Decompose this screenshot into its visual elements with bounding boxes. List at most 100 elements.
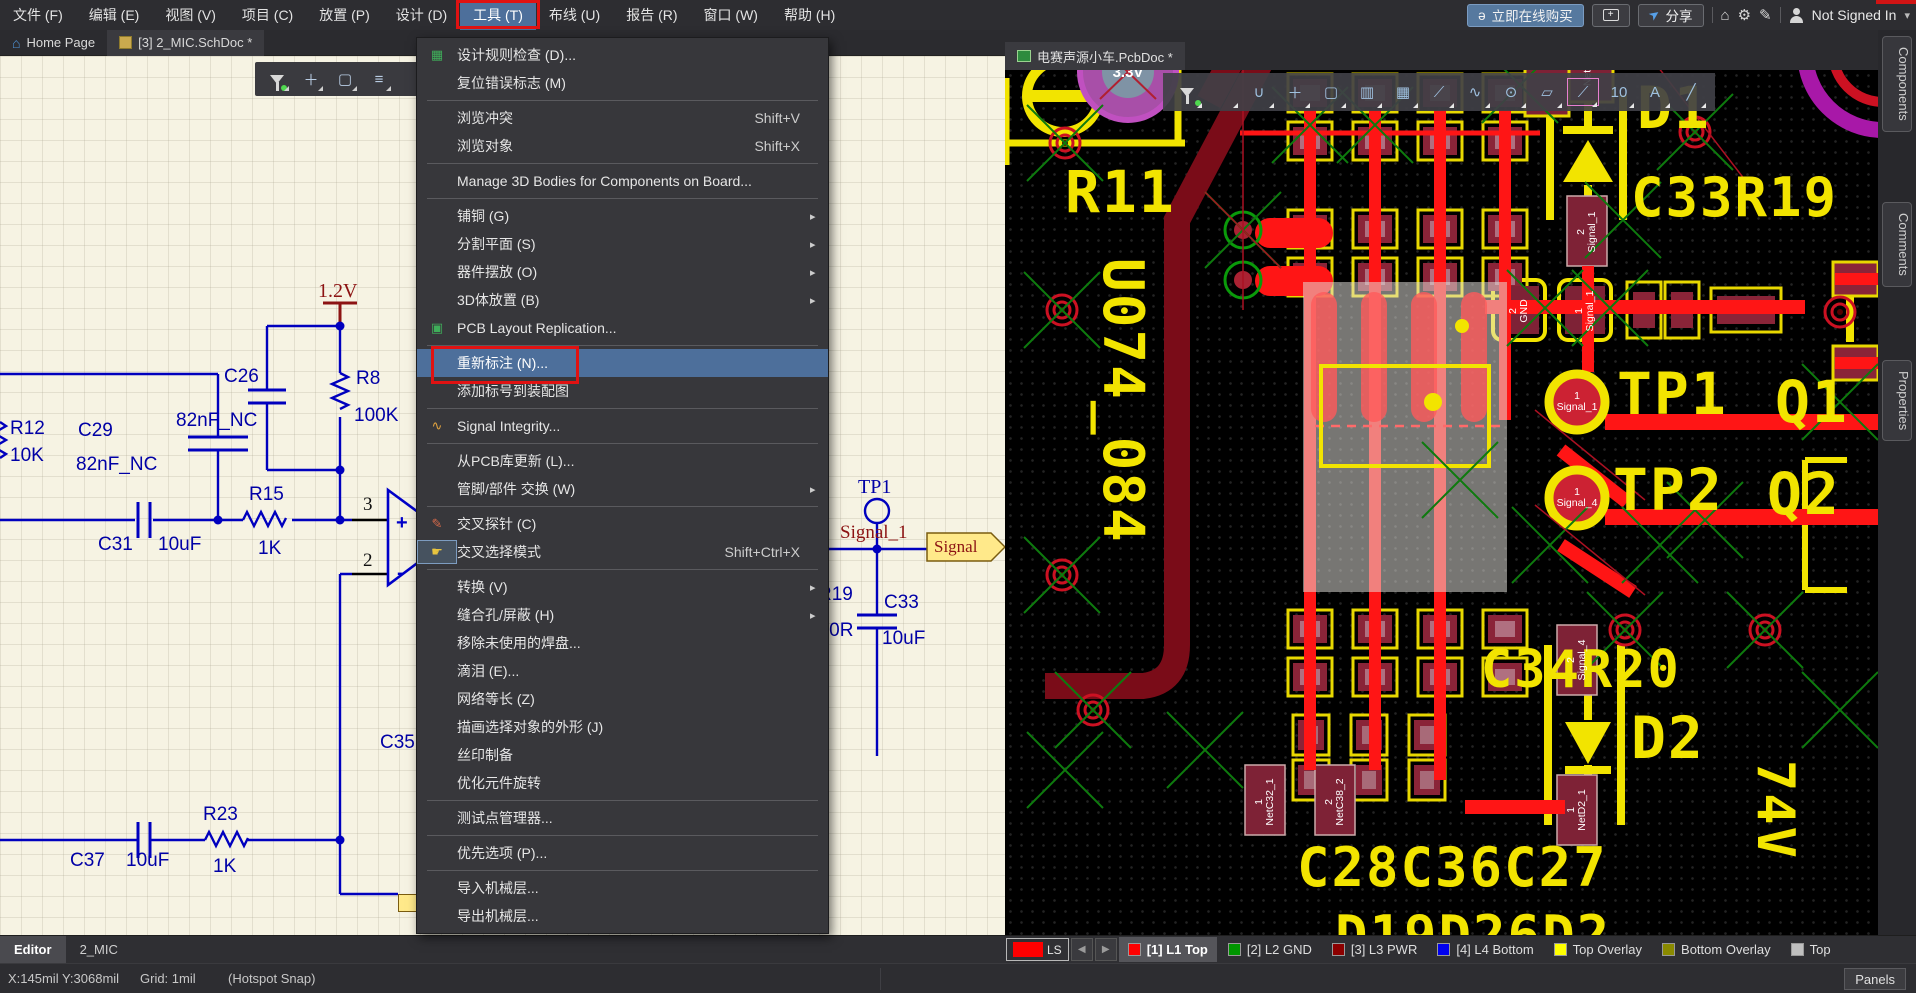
menu-item[interactable] bbox=[417, 195, 828, 202]
menu-item[interactable] bbox=[417, 503, 828, 510]
tools-teardrops[interactable]: 滴泪 (E)... bbox=[417, 657, 828, 685]
panel-tab-properties[interactable]: Properties bbox=[1882, 360, 1912, 441]
layer-top-paste[interactable]: Top bbox=[1782, 937, 1840, 962]
silk-bottom-row[interactable]: D19D26D2 bbox=[1335, 904, 1611, 935]
c29-ref[interactable]: C29 bbox=[78, 420, 113, 442]
menu-design[interactable]: 设计 (D) bbox=[383, 0, 460, 30]
board-insight-icon[interactable]: ▥ bbox=[1351, 78, 1383, 106]
tools-polygon-pours[interactable]: 铺铜 (G) ▸ bbox=[417, 202, 828, 230]
menu-help[interactable]: 帮助 (H) bbox=[771, 0, 848, 30]
r15-value[interactable]: 1K bbox=[258, 538, 281, 560]
menu-item[interactable] bbox=[417, 405, 828, 412]
track-icon[interactable]: ⟋ bbox=[1567, 78, 1599, 106]
sign-in-label[interactable]: Not Signed In bbox=[1812, 7, 1897, 23]
silk-r11[interactable]: R11 bbox=[1065, 158, 1176, 226]
tools-pcb-layout-replication[interactable]: PCB Layout Replication... bbox=[417, 314, 828, 342]
r8-value[interactable]: 100K bbox=[354, 405, 398, 427]
c31-ref[interactable]: C31 bbox=[98, 534, 133, 556]
tools-re-annotate[interactable]: 重新标注 (N)... bbox=[417, 349, 828, 377]
tools-reset-error-markers[interactable]: 复位错误标志 (M) bbox=[417, 69, 828, 97]
c33-value[interactable]: 10uF bbox=[882, 628, 925, 650]
menu-edit[interactable]: 编辑 (E) bbox=[76, 0, 153, 30]
c31-value[interactable]: 10uF bbox=[158, 534, 201, 556]
c26-ref[interactable]: C26 bbox=[224, 366, 259, 388]
add-icon[interactable]: ＋ bbox=[299, 67, 323, 91]
tab-schdoc[interactable]: [3] 2_MIC.SchDoc * bbox=[107, 30, 264, 56]
tools-preferences[interactable]: 优先选项 (P)... bbox=[417, 839, 828, 867]
tools-browse-violations[interactable]: 浏览冲突 Shift+V bbox=[417, 104, 828, 132]
select-area-icon[interactable]: ▢ bbox=[1315, 78, 1347, 106]
menu-place[interactable]: 放置 (P) bbox=[306, 0, 383, 30]
filter-icon[interactable] bbox=[1171, 78, 1203, 106]
home-icon[interactable]: ⌂ bbox=[1721, 7, 1730, 24]
tools-drc[interactable]: 设计规则检查 (D)... bbox=[417, 41, 828, 69]
layer-l3-pwr[interactable]: [3] L3 PWR bbox=[1323, 937, 1426, 962]
menu-item[interactable] bbox=[417, 797, 828, 804]
panel-tab-comments[interactable]: Comments bbox=[1882, 202, 1912, 287]
tools-optimize-rotation[interactable]: 优化元件旋转 bbox=[417, 769, 828, 797]
tools-browse-objects[interactable]: 浏览对象 Shift+X bbox=[417, 132, 828, 160]
tools-3d-body-placement[interactable]: 3D体放置 (B) ▸ bbox=[417, 286, 828, 314]
c37-value[interactable]: 10uF bbox=[126, 850, 169, 872]
tools-export-mechanical[interactable]: 导出机械层... bbox=[417, 902, 828, 930]
crosshair-icon[interactable]: ＋ bbox=[1279, 78, 1311, 106]
menu-tools[interactable]: 工具 (T) bbox=[460, 0, 536, 30]
pcb-canvas[interactable]: R11 U074_084 D1 C33R19 TP1 Q1 TP2 Q2 C34… bbox=[1005, 70, 1878, 935]
tools-outline-selected[interactable]: 描画选择对象的外形 (J) bbox=[417, 713, 828, 741]
layer-l4-bottom[interactable]: [4] L4 Bottom bbox=[1428, 937, 1542, 962]
select-rect-icon[interactable]: ▢ bbox=[333, 67, 357, 91]
tools-signal-integrity[interactable]: Signal Integrity... bbox=[417, 412, 828, 440]
c29-value[interactable]: 82nF_NC bbox=[76, 454, 157, 476]
dimension-icon[interactable]: 10 bbox=[1603, 78, 1635, 106]
signal1-net-label[interactable]: Signal_1 bbox=[840, 522, 908, 544]
tools-cross-probe[interactable]: 交叉探针 (C) bbox=[417, 510, 828, 538]
buy-online-button[interactable]: ə 立即在线购买 bbox=[1467, 4, 1584, 27]
layer-top-overlay[interactable]: Top Overlay bbox=[1545, 937, 1651, 962]
customize-icon[interactable]: ✎ bbox=[1759, 6, 1772, 24]
share-button[interactable]: ➤ 分享 bbox=[1638, 4, 1704, 27]
silk-tp2[interactable]: TP2 bbox=[1613, 456, 1724, 524]
silk-caps-row[interactable]: C28C36C27 bbox=[1297, 836, 1608, 899]
silk-tp1[interactable]: TP1 bbox=[1617, 360, 1728, 428]
r23-value[interactable]: 1K bbox=[213, 856, 236, 878]
menu-item[interactable] bbox=[417, 566, 828, 573]
r12-ref[interactable]: R12 bbox=[10, 418, 45, 440]
silk-74v[interactable]: 74V bbox=[1805, 760, 1875, 930]
c37-ref[interactable]: C37 bbox=[70, 850, 105, 872]
filter-icon[interactable] bbox=[265, 67, 289, 91]
silk-q1[interactable]: Q1 bbox=[1775, 368, 1849, 436]
comment-button[interactable]: + bbox=[1592, 4, 1630, 27]
layer-l1-top[interactable]: [1] L1 Top bbox=[1119, 937, 1217, 962]
layer-scroll-left[interactable]: ◀ bbox=[1071, 938, 1093, 961]
menu-item[interactable] bbox=[417, 342, 828, 349]
silk-u074[interactable]: U074_084 bbox=[1155, 258, 1225, 688]
filter-icon[interactable] bbox=[1207, 78, 1239, 106]
menu-file[interactable]: 文件 (F) bbox=[0, 0, 76, 30]
c33-ref[interactable]: C33 bbox=[884, 592, 919, 614]
r12-value[interactable]: 10K bbox=[10, 445, 44, 467]
power-net-label[interactable]: 1.2V bbox=[318, 280, 357, 303]
tools-pin-part-swapping[interactable]: 管脚/部件 交换 (W) ▸ bbox=[417, 475, 828, 503]
route-icon[interactable]: ⟋ bbox=[1423, 78, 1455, 106]
menu-item[interactable] bbox=[417, 867, 828, 874]
tools-cross-select-mode[interactable]: 交叉选择模式 Shift+Ctrl+X bbox=[417, 538, 828, 566]
tools-via-stitching[interactable]: 缝合孔/屏蔽 (H) ▸ bbox=[417, 601, 828, 629]
via-icon[interactable]: ⊙ bbox=[1495, 78, 1527, 106]
align-icon[interactable]: ≡ bbox=[367, 67, 391, 91]
tab-editor[interactable]: Editor bbox=[0, 936, 66, 963]
silk-q2[interactable]: Q2 bbox=[1767, 460, 1841, 528]
tools-update-from-pcb-lib[interactable]: 从PCB库更新 (L)... bbox=[417, 447, 828, 475]
tab-2mic[interactable]: 2_MIC bbox=[66, 936, 132, 963]
silk-c33r19[interactable]: C33R19 bbox=[1631, 166, 1838, 229]
tools-component-placement[interactable]: 器件摆放 (O) ▸ bbox=[417, 258, 828, 286]
tools-convert[interactable]: 转换 (V) ▸ bbox=[417, 573, 828, 601]
tools-testpoint-manager[interactable]: 测试点管理器... bbox=[417, 804, 828, 832]
tools-split-planes[interactable]: 分割平面 (S) ▸ bbox=[417, 230, 828, 258]
tp1-ref[interactable]: TP1 bbox=[858, 476, 891, 499]
component-icon[interactable]: ▦ bbox=[1387, 78, 1419, 106]
menu-route[interactable]: 布线 (U) bbox=[536, 0, 613, 30]
c35-ref[interactable]: C35 bbox=[380, 732, 415, 754]
layer-l2-gnd[interactable]: [2] L2 GND bbox=[1219, 937, 1321, 962]
panels-button[interactable]: Panels bbox=[1844, 968, 1906, 990]
tune-length-icon[interactable]: ∿ bbox=[1459, 78, 1491, 106]
